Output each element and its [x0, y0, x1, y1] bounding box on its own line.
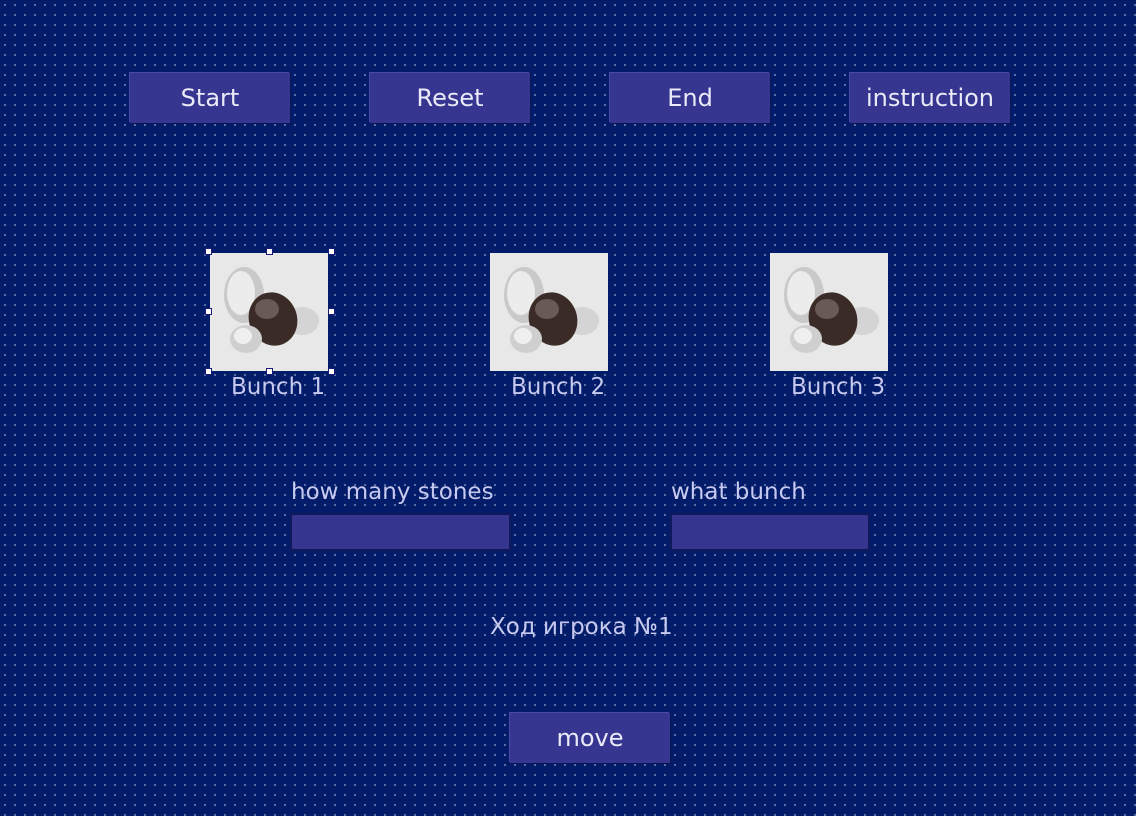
stones-icon: [504, 267, 599, 353]
selection-handle[interactable]: [205, 248, 212, 255]
stones-icon: [784, 267, 879, 353]
move-button[interactable]: move: [510, 713, 670, 763]
bunch-1-label: Bunch 1: [231, 374, 326, 400]
selection-handle[interactable]: [328, 368, 335, 375]
stones-count-label: how many stones: [291, 479, 494, 505]
selection-handle[interactable]: [328, 308, 335, 315]
bunch-3-label: Bunch 3: [791, 374, 886, 400]
bunch-number-label: what bunch: [671, 479, 806, 505]
stones-count-input[interactable]: [290, 513, 511, 551]
start-button[interactable]: Start: [130, 73, 290, 123]
selection-handle[interactable]: [266, 248, 273, 255]
stones-icon: [224, 267, 319, 353]
turn-status-text: Ход игрока №1: [490, 614, 673, 640]
bunch-2-stones-image[interactable]: [490, 253, 608, 371]
selection-handle[interactable]: [205, 308, 212, 315]
selection-handle[interactable]: [205, 368, 212, 375]
bunch-3-stones-image[interactable]: [770, 253, 888, 371]
instruction-button[interactable]: instruction: [850, 73, 1010, 123]
bunch-number-input[interactable]: [670, 513, 870, 551]
bunch-1-stones-image[interactable]: [210, 253, 328, 371]
end-button[interactable]: End: [610, 73, 770, 123]
bunch-2-label: Bunch 2: [511, 374, 606, 400]
reset-button[interactable]: Reset: [370, 73, 530, 123]
selection-handle[interactable]: [328, 248, 335, 255]
